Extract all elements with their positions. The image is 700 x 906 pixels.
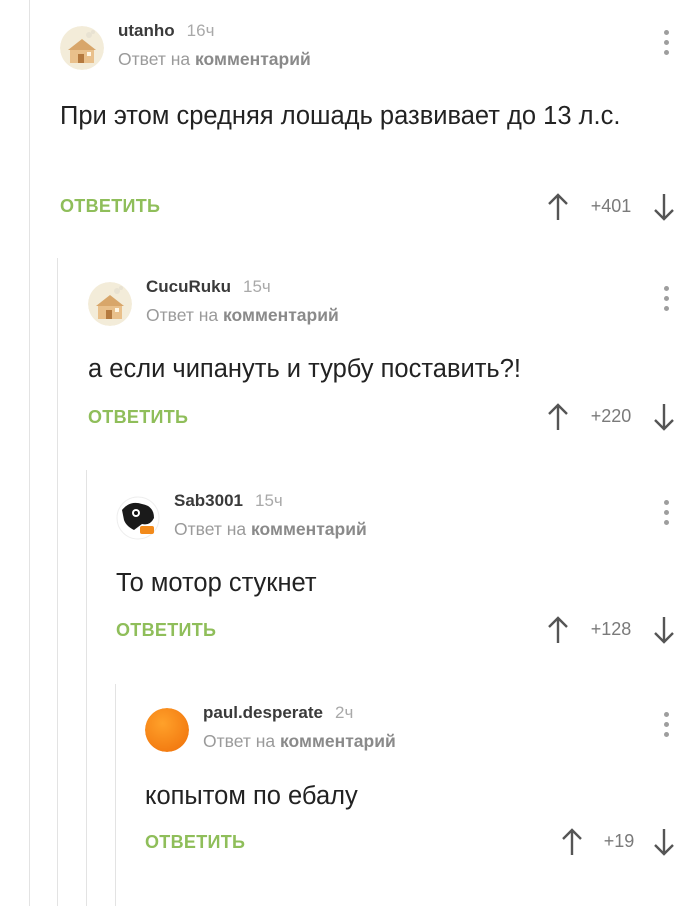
rating: +19 (560, 827, 676, 857)
more-menu-icon[interactable] (662, 500, 670, 530)
rating: +401 (546, 192, 676, 222)
comment-time: 2ч (335, 703, 354, 722)
comment-header: utanho 16ч Ответ на комментарий (60, 20, 700, 80)
downvote-icon[interactable] (652, 827, 676, 857)
reply-to: Ответ на комментарий (146, 305, 339, 325)
downvote-icon[interactable] (652, 402, 676, 432)
downvote-icon[interactable] (652, 615, 676, 645)
comment-text: копытом по ебалу (145, 782, 358, 810)
thread-line (57, 258, 58, 906)
comment-text: При этом средняя лошадь развивает до 13 … (60, 102, 621, 130)
comment-time: 15ч (243, 277, 271, 296)
upvote-icon[interactable] (546, 192, 570, 222)
parent-comment-link[interactable]: комментарий (223, 305, 339, 325)
upvote-icon[interactable] (546, 615, 570, 645)
comment: Sab3001 15ч Ответ на комментарий То мотор… (116, 490, 700, 670)
avatar[interactable] (88, 282, 132, 326)
score: +401 (590, 196, 632, 216)
reply-button[interactable]: ОТВЕТИТЬ (116, 620, 216, 641)
comment-header: CucuRuku 15ч Ответ на комментарий (88, 276, 700, 336)
reply-to: Ответ на комментарий (118, 49, 311, 69)
reply-button[interactable]: ОТВЕТИТЬ (145, 832, 245, 853)
parent-comment-link[interactable]: комментарий (280, 731, 396, 751)
downvote-icon[interactable] (652, 192, 676, 222)
avatar[interactable] (145, 708, 189, 752)
avatar[interactable] (60, 26, 104, 70)
score: +220 (590, 406, 632, 426)
reply-button[interactable]: ОТВЕТИТЬ (88, 407, 188, 428)
comment-time: 15ч (255, 491, 283, 510)
comment-time: 16ч (186, 21, 215, 40)
reply-button[interactable]: ОТВЕТИТЬ (60, 196, 160, 217)
rating: +220 (546, 402, 676, 432)
upvote-icon[interactable] (546, 402, 570, 432)
comment-header: Sab3001 15ч Ответ на комментарий (116, 490, 700, 550)
thread-line (86, 470, 87, 906)
score: +128 (590, 619, 632, 639)
comment: paul.desperate 2ч Ответ на комментарий ко… (145, 702, 700, 882)
avatar[interactable] (116, 496, 160, 540)
score: +19 (603, 831, 635, 851)
username[interactable]: CucuRuku 15ч (146, 277, 271, 297)
comment: utanho 16ч Ответ на комментарий При этом … (60, 20, 700, 240)
comment-text: а если чипануть и турбу поставить?! (88, 355, 521, 383)
username[interactable]: utanho 16ч (118, 21, 214, 41)
thread-line (29, 0, 30, 906)
reply-to: Ответ на комментарий (174, 519, 367, 539)
parent-comment-link[interactable]: комментарий (251, 519, 367, 539)
username[interactable]: paul.desperate 2ч (203, 703, 353, 723)
more-menu-icon[interactable] (662, 30, 670, 60)
comment-text: То мотор стукнет (116, 569, 317, 597)
thread-line (115, 684, 116, 906)
comment: CucuRuku 15ч Ответ на комментарий а если … (88, 276, 700, 456)
parent-comment-link[interactable]: комментарий (195, 49, 311, 69)
more-menu-icon[interactable] (662, 712, 670, 742)
rating: +128 (546, 615, 676, 645)
reply-to: Ответ на комментарий (203, 731, 396, 751)
comment-header: paul.desperate 2ч Ответ на комментарий (145, 702, 700, 762)
upvote-icon[interactable] (560, 827, 584, 857)
username[interactable]: Sab3001 15ч (174, 491, 283, 511)
more-menu-icon[interactable] (662, 286, 670, 316)
